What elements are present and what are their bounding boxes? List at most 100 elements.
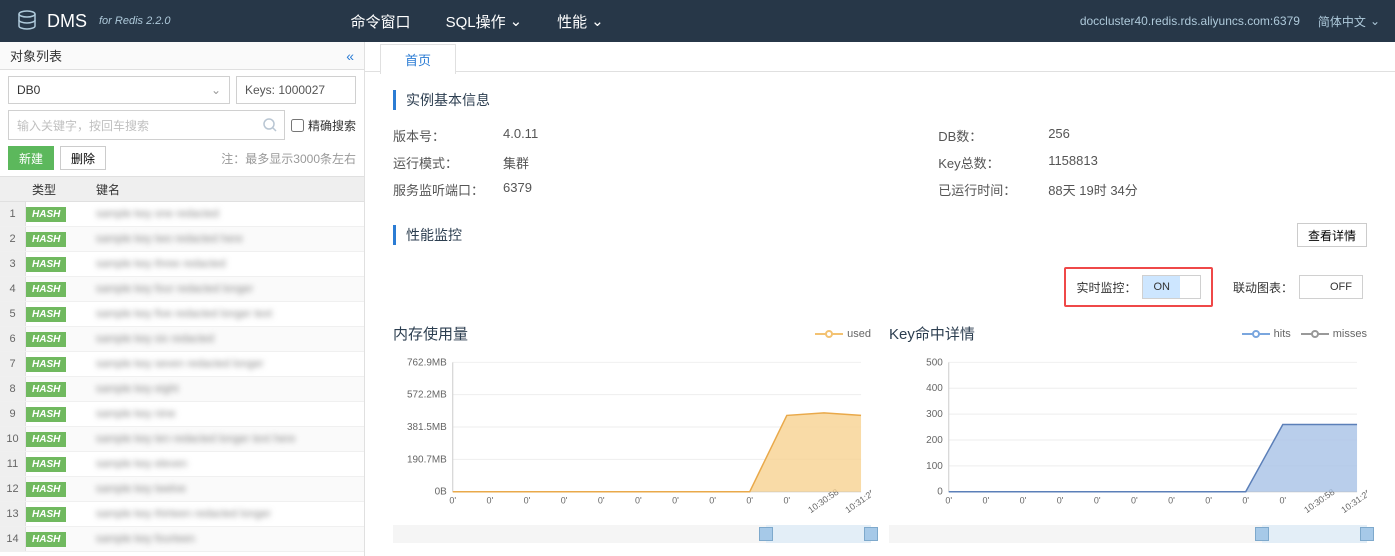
- svg-text:0B: 0B: [435, 487, 448, 498]
- db-select[interactable]: DB0 ⌄: [8, 76, 230, 104]
- chevron-down-icon: ⌄: [211, 83, 221, 97]
- brand: DMS for Redis 2.2.0: [15, 8, 171, 35]
- section-basic-info: 实例基本信息: [393, 90, 1367, 110]
- table-row[interactable]: 7 HASH sample key seven redacted longer: [0, 352, 364, 377]
- nav-sql[interactable]: SQL操作⌄: [446, 11, 523, 32]
- chevron-down-icon: ⌄: [510, 12, 523, 30]
- svg-text:762.9MB: 762.9MB: [407, 357, 447, 368]
- table-row[interactable]: 8 HASH sample key eight: [0, 377, 364, 402]
- svg-text:0': 0': [449, 496, 456, 506]
- svg-text:0': 0': [1242, 496, 1249, 506]
- svg-text:100: 100: [926, 461, 943, 472]
- connection-info: doccluster40.redis.rds.aliyuncs.com:6379: [1080, 14, 1300, 28]
- info-db-value: 256: [1048, 126, 1070, 145]
- exact-search-checkbox[interactable]: 精确搜索: [291, 117, 356, 134]
- info-keys-value: 1158813: [1048, 153, 1098, 172]
- svg-text:0': 0': [1057, 496, 1064, 506]
- table-header: 类型 键名: [0, 176, 364, 202]
- view-detail-button[interactable]: 查看详情: [1297, 223, 1367, 247]
- svg-text:0': 0': [746, 496, 753, 506]
- info-mode-value: 集群: [503, 153, 529, 172]
- svg-text:0': 0': [524, 496, 531, 506]
- sidebar-header: 对象列表 «: [0, 42, 364, 70]
- svg-text:0': 0': [672, 496, 679, 506]
- table-row[interactable]: 13 HASH sample key thirteen redacted lon…: [0, 502, 364, 527]
- linked-chart-label: 联动图表：: [1233, 279, 1293, 296]
- table-row[interactable]: 3 HASH sample key three redacted: [0, 252, 364, 277]
- svg-text:0': 0': [1020, 496, 1027, 506]
- search-input[interactable]: 输入关键字，按回车搜索: [8, 110, 285, 140]
- table-row[interactable]: 14 HASH sample key fourteen: [0, 527, 364, 552]
- nav-menu: 命令窗口 SQL操作⌄ 性能⌄: [351, 11, 1080, 32]
- controls-bar: 实时监控： ON 联动图表： OFF: [393, 267, 1367, 307]
- info-uptime-value: 88天 19时 34分: [1048, 180, 1138, 199]
- note-text: 注：最多显示3000条左右: [221, 150, 356, 167]
- chart2-slider[interactable]: [889, 525, 1367, 543]
- chart-memory-usage: 内存使用量 used 0B190.7MB381.5MB572.2MB762.9M…: [393, 323, 871, 543]
- table-row[interactable]: 2 HASH sample key two redacted here: [0, 227, 364, 252]
- realtime-monitor-highlight: 实时监控： ON: [1064, 267, 1213, 307]
- table-row[interactable]: 12 HASH sample key twelve: [0, 477, 364, 502]
- column-name: 键名: [86, 181, 364, 198]
- info-version-value: 4.0.11: [503, 126, 538, 145]
- svg-text:500: 500: [926, 357, 943, 368]
- chart1-title: 内存使用量: [393, 323, 468, 344]
- svg-text:0': 0': [1131, 496, 1138, 506]
- svg-text:0': 0': [1205, 496, 1212, 506]
- collapse-icon[interactable]: «: [346, 48, 354, 64]
- table-body: 1 HASH sample key one redacted2 HASH sam…: [0, 202, 364, 556]
- info-mode-label: 运行模式：: [393, 153, 503, 172]
- sidebar: 对象列表 « DB0 ⌄ Keys: 1000027 输入关键字，按回车搜索 精…: [0, 42, 365, 556]
- language-select[interactable]: 简体中文⌄: [1318, 13, 1380, 30]
- tab-bar: 首页: [365, 42, 1395, 72]
- info-grid: 版本号：4.0.11 运行模式：集群 服务监听端口：6379 DB数：256 K…: [393, 126, 1367, 199]
- table-row[interactable]: 1 HASH sample key one redacted: [0, 202, 364, 227]
- svg-text:381.5MB: 381.5MB: [407, 422, 447, 433]
- keys-count: Keys: 1000027: [236, 76, 356, 104]
- column-type: 类型: [26, 181, 86, 198]
- svg-text:0': 0': [598, 496, 605, 506]
- chart2-title: Key命中详情: [889, 323, 975, 344]
- chart2-legend: hits misses: [1242, 328, 1367, 340]
- svg-text:0': 0': [1279, 496, 1286, 506]
- info-db-label: DB数：: [938, 126, 1048, 145]
- chevron-down-icon: ⌄: [591, 12, 604, 30]
- search-icon: [262, 117, 278, 133]
- nav-perf[interactable]: 性能⌄: [557, 11, 604, 32]
- chart1-canvas: 0B 190.7MB 381.5MB 572.2MB 762.9MB 0' 0' 0' 0' 0'…: [393, 352, 871, 522]
- svg-text:0': 0': [709, 496, 716, 506]
- section-performance: 性能监控: [393, 225, 462, 245]
- delete-button[interactable]: 删除: [60, 146, 106, 170]
- content: 首页 实例基本信息 版本号：4.0.11 运行模式：集群 服务监听端口：6379…: [365, 42, 1395, 556]
- svg-text:0': 0': [1094, 496, 1101, 506]
- svg-text:0': 0': [945, 496, 952, 506]
- brand-icon: [15, 8, 39, 35]
- info-port-value: 6379: [503, 180, 532, 199]
- table-row[interactable]: 10 HASH sample key ten redacted longer t…: [0, 427, 364, 452]
- chart1-slider[interactable]: [393, 525, 871, 543]
- svg-text:0': 0': [983, 496, 990, 506]
- svg-text:0': 0': [1168, 496, 1175, 506]
- chart-key-hits: Key命中详情 hits misses 01002003004005000'0'…: [889, 323, 1367, 543]
- brand-title: DMS: [47, 11, 87, 32]
- table-row[interactable]: 4 HASH sample key four redacted longer: [0, 277, 364, 302]
- realtime-toggle[interactable]: ON: [1142, 275, 1201, 299]
- svg-text:0': 0': [561, 496, 568, 506]
- svg-text:200: 200: [926, 435, 943, 446]
- svg-text:0': 0': [783, 496, 790, 506]
- svg-text:572.2MB: 572.2MB: [407, 390, 447, 401]
- table-row[interactable]: 9 HASH sample key nine: [0, 402, 364, 427]
- svg-text:190.7MB: 190.7MB: [407, 454, 447, 465]
- nav-cmd[interactable]: 命令窗口: [351, 11, 411, 32]
- info-version-label: 版本号：: [393, 126, 503, 145]
- linked-toggle[interactable]: OFF: [1299, 275, 1363, 299]
- table-row[interactable]: 6 HASH sample key six redacted: [0, 327, 364, 352]
- table-row[interactable]: 11 HASH sample key eleven: [0, 452, 364, 477]
- sidebar-title: 对象列表: [10, 46, 62, 65]
- chart2-canvas: 01002003004005000'0'0'0'0'0'0'0'0'0'10:3…: [889, 352, 1367, 522]
- table-row[interactable]: 5 HASH sample key five redacted longer t…: [0, 302, 364, 327]
- svg-text:0: 0: [937, 487, 943, 498]
- new-button[interactable]: 新建: [8, 146, 54, 170]
- tab-home[interactable]: 首页: [380, 44, 456, 74]
- svg-text:300: 300: [926, 409, 943, 420]
